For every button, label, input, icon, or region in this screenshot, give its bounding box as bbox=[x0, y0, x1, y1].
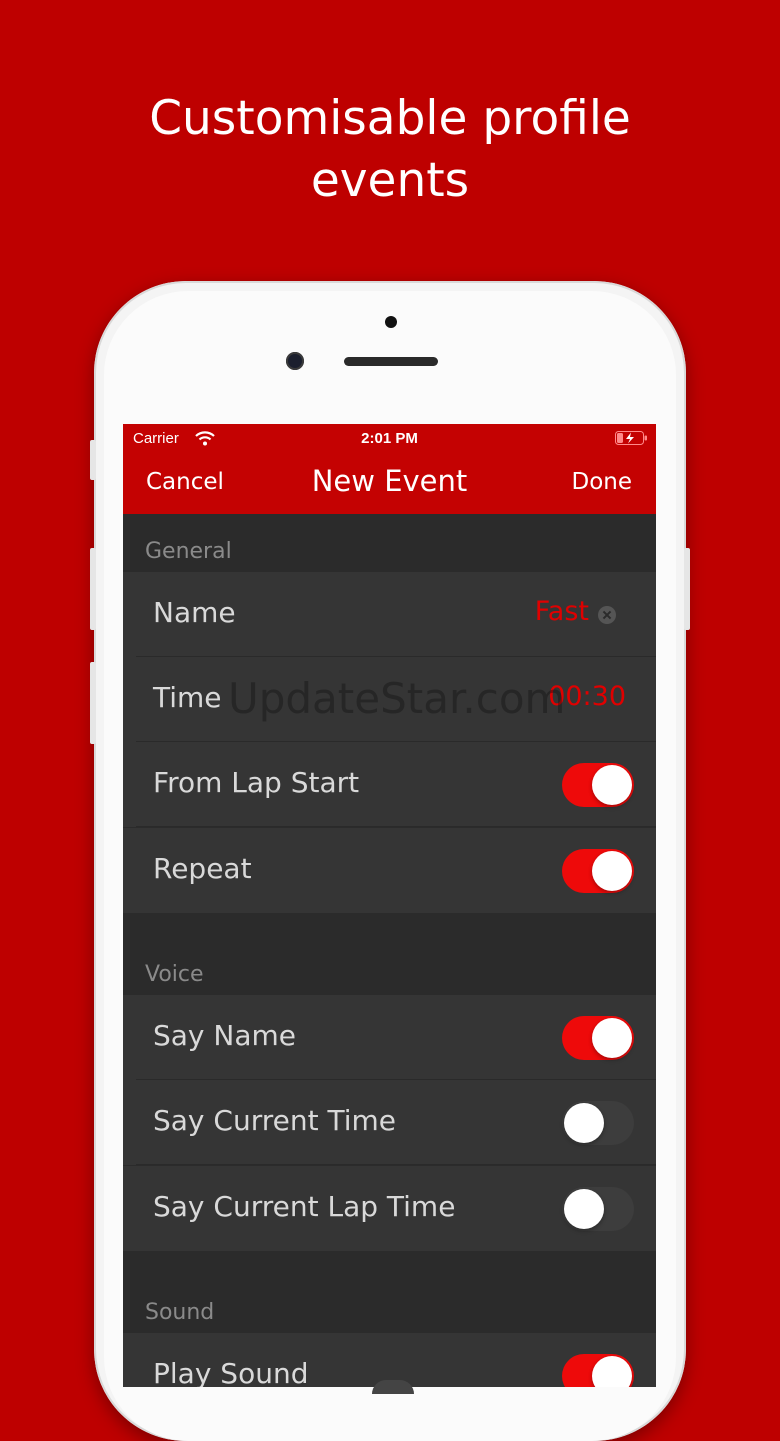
from-lap-start-row: From Lap Start bbox=[123, 742, 656, 827]
headline: Customisable profile events bbox=[0, 88, 780, 212]
say-current-time-row: Say Current Time bbox=[123, 1080, 656, 1165]
headline-line-1: Customisable profile bbox=[149, 91, 631, 146]
say-current-lap-time-row: Say Current Lap Time bbox=[123, 1166, 656, 1251]
play-sound-row: Play Sound bbox=[123, 1333, 656, 1387]
say-name-label: Say Name bbox=[153, 1019, 297, 1052]
battery-charging-icon bbox=[615, 431, 647, 445]
clear-icon[interactable] bbox=[598, 606, 616, 624]
from-lap-start-toggle[interactable] bbox=[562, 763, 634, 807]
row-separator bbox=[136, 826, 656, 827]
toggle-knob bbox=[564, 1189, 604, 1229]
row-separator bbox=[136, 1164, 656, 1165]
say-current-lap-time-toggle[interactable] bbox=[562, 1187, 634, 1231]
volume-down-button bbox=[90, 662, 96, 744]
home-indicator bbox=[372, 1380, 414, 1394]
play-sound-label: Play Sound bbox=[153, 1357, 309, 1387]
section-header-label: General bbox=[145, 539, 232, 564]
mute-switch bbox=[90, 440, 96, 480]
time-row[interactable]: Time 00:30 bbox=[123, 657, 656, 742]
section-header-label: Sound bbox=[145, 1300, 215, 1325]
from-lap-start-label: From Lap Start bbox=[153, 766, 360, 799]
power-button bbox=[684, 548, 690, 630]
clock: 2:01 PM bbox=[361, 430, 418, 447]
say-current-time-label: Say Current Time bbox=[153, 1104, 396, 1137]
name-field[interactable]: Fast bbox=[535, 596, 589, 627]
say-current-lap-time-label: Say Current Lap Time bbox=[153, 1190, 456, 1223]
earpiece-speaker bbox=[344, 357, 438, 366]
toggle-knob bbox=[592, 851, 632, 891]
repeat-row: Repeat bbox=[123, 828, 656, 913]
name-row[interactable]: Name Fast bbox=[123, 572, 656, 657]
say-name-toggle[interactable] bbox=[562, 1016, 634, 1060]
time-label: Time bbox=[153, 681, 222, 714]
time-value[interactable]: 00:30 bbox=[548, 681, 626, 712]
section-header-voice: Voice bbox=[123, 913, 656, 995]
toggle-knob bbox=[592, 765, 632, 805]
repeat-toggle[interactable] bbox=[562, 849, 634, 893]
app-screen: Carrier 2:01 PM Cancel New Event Done Ge… bbox=[123, 424, 656, 1387]
repeat-label: Repeat bbox=[153, 852, 252, 885]
headline-line-2: events bbox=[310, 153, 470, 208]
say-current-time-toggle[interactable] bbox=[562, 1101, 634, 1145]
section-header-label: Voice bbox=[145, 962, 204, 987]
front-camera-icon bbox=[286, 352, 304, 370]
toggle-knob bbox=[592, 1018, 632, 1058]
say-name-row: Say Name bbox=[123, 995, 656, 1080]
toggle-knob bbox=[564, 1103, 604, 1143]
proximity-sensor bbox=[385, 316, 397, 328]
name-label: Name bbox=[153, 596, 236, 629]
done-button[interactable]: Done bbox=[571, 469, 632, 495]
section-header-general: General bbox=[123, 514, 656, 572]
navigation-bar: Carrier 2:01 PM Cancel New Event Done bbox=[123, 424, 656, 514]
play-sound-toggle[interactable] bbox=[562, 1354, 634, 1387]
toggle-knob bbox=[592, 1356, 632, 1387]
volume-up-button bbox=[90, 548, 96, 630]
section-header-sound: Sound bbox=[123, 1251, 656, 1333]
